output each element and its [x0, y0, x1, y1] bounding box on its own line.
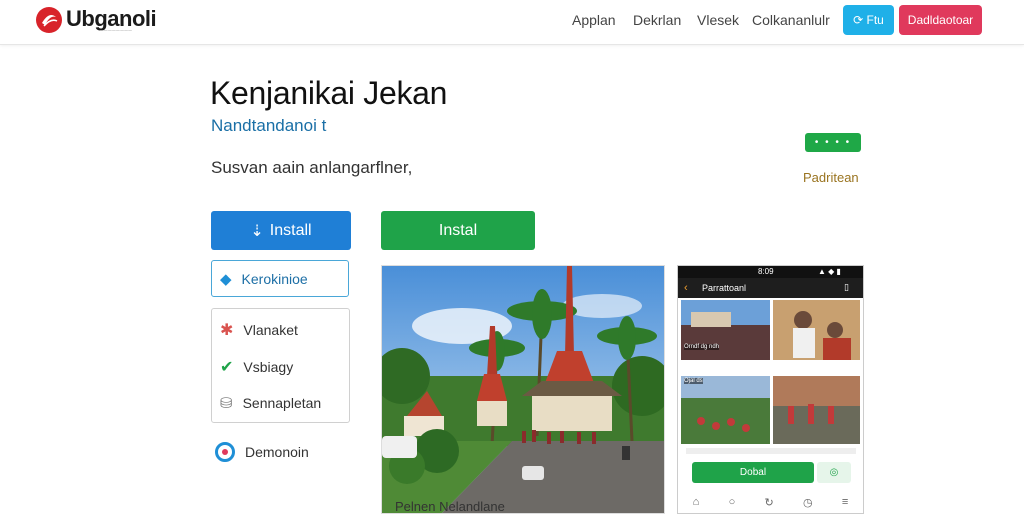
- bookmark-icon[interactable]: ▯: [844, 282, 849, 293]
- list-item[interactable]: ✱ Vlanaket: [220, 320, 298, 340]
- nav-link-2[interactable]: Dekrlan: [633, 12, 681, 28]
- rating-badge[interactable]: • • • •: [805, 133, 861, 152]
- list-item-label: Vlanaket: [243, 322, 298, 338]
- clock-icon[interactable]: ◷: [803, 496, 813, 513]
- list-item[interactable]: ✔ Vsbiagy: [220, 357, 293, 377]
- phone-status-bar: 8:09 ▲ ◆ ▮: [678, 266, 863, 278]
- phone-app-title: Parrattoanl: [702, 283, 747, 293]
- gallery-tile[interactable]: Ojal ds: [681, 376, 770, 444]
- header-action-label: Ftu: [866, 13, 884, 27]
- install-secondary-button[interactable]: Instal: [381, 211, 535, 250]
- gallery-tile[interactable]: [773, 300, 860, 360]
- checkmark-icon: ✔: [220, 359, 234, 376]
- logo-tagline: ────────: [100, 28, 133, 34]
- refresh-icon[interactable]: ↻: [765, 496, 774, 513]
- gallery-tile[interactable]: Orndf dg ndh: [681, 300, 770, 360]
- download-button[interactable]: Dadldaotoar: [899, 5, 982, 35]
- phone-primary-button[interactable]: Dobal: [692, 462, 814, 483]
- refresh-icon: ⟳: [853, 13, 867, 27]
- page-description: Susvan aain anlangarflner,: [211, 158, 413, 177]
- search-icon[interactable]: ○: [729, 496, 736, 513]
- list-item[interactable]: ⛁ Sennapletan: [220, 394, 321, 412]
- demo-link[interactable]: Demonoin: [215, 442, 309, 462]
- header-action-button[interactable]: ⟳ Ftu: [843, 5, 894, 35]
- phone-bottom-nav: ⌂ ○ ↻ ◷ ≡: [678, 496, 863, 513]
- storage-icon: ⛁: [220, 395, 233, 412]
- nav-link-1[interactable]: Applan: [572, 12, 616, 28]
- demo-label: Demonoin: [245, 444, 309, 460]
- feature-list: ✱ Vlanaket ✔ Vsbiagy ⛁ Sennapletan: [211, 308, 350, 423]
- install-button[interactable]: ⇣ Install: [211, 211, 351, 250]
- outline-action-label: Kerokinioe: [241, 270, 308, 287]
- tag-icon: ◆: [220, 270, 232, 288]
- back-arrow-icon[interactable]: ‹: [684, 282, 688, 294]
- divider: [686, 448, 856, 454]
- gallery-tile[interactable]: [773, 376, 860, 444]
- download-icon: ⇣: [250, 222, 264, 240]
- phone-status-icons: ▲ ◆ ▮: [818, 267, 841, 276]
- phone-preview: 8:09 ▲ ◆ ▮ ‹ Parrattoanl ▯ Orndf dg ndh …: [677, 265, 864, 514]
- star-icon: ✱: [220, 322, 234, 339]
- nav-link-3[interactable]: Vlesek: [697, 12, 739, 28]
- install-button-label: Install: [269, 221, 312, 239]
- list-item-label: Vsbiagy: [243, 359, 294, 375]
- menu-icon[interactable]: ≡: [842, 496, 848, 513]
- publisher-label: Padritean: [803, 170, 859, 185]
- home-icon[interactable]: ⌂: [693, 496, 700, 513]
- nav-link-4[interactable]: Colkananlulr: [752, 12, 830, 28]
- phone-app-bar: ‹ Parrattoanl ▯: [678, 278, 863, 298]
- phone-secondary-button[interactable]: ◎: [817, 462, 851, 483]
- outline-action-button[interactable]: ◆ Kerokinioe: [211, 260, 349, 297]
- phone-time: 8:09: [758, 267, 774, 276]
- list-item-label: Sennapletan: [242, 395, 322, 411]
- page-subtitle[interactable]: Nandtandanoi t: [211, 116, 326, 136]
- temple-photo[interactable]: [381, 265, 665, 514]
- logo-icon[interactable]: [36, 7, 62, 33]
- tile-label: Ojal ds: [684, 378, 703, 384]
- tile-label: Orndf dg ndh: [684, 344, 720, 350]
- app-icon: [215, 442, 235, 462]
- page-title: Kenjanikai Jekan: [210, 75, 448, 111]
